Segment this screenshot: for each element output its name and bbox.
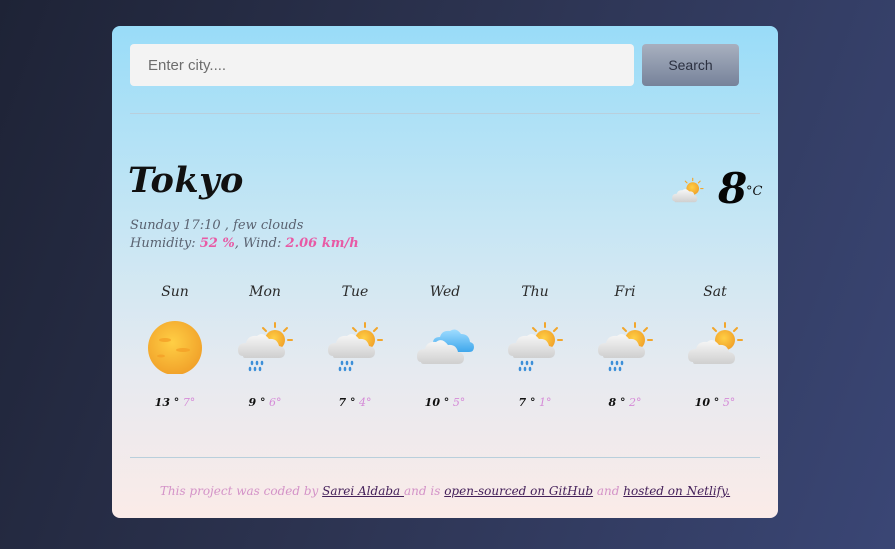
forecast-day-name: Thu: [521, 284, 549, 300]
forecast-max-temp: 7 °: [518, 396, 536, 409]
forecast-min-temp: 4°: [358, 396, 372, 409]
forecast-max-temp: 7 °: [338, 396, 356, 409]
forecast-temps: 10 ° 5°: [670, 396, 760, 409]
author-link[interactable]: Sarei Aldaba: [322, 484, 404, 498]
forecast-min-temp: 2°: [628, 396, 642, 409]
weather-description: few clouds: [233, 218, 304, 233]
forecast-min-temp: 5°: [722, 396, 736, 409]
forecast-temps: 7 ° 4°: [310, 396, 400, 409]
sun-cloud-rain-icon: [598, 322, 653, 372]
forecast-max-temp: 9 °: [248, 396, 266, 409]
forecast-max-temp: 10 °: [694, 396, 720, 409]
forecast-day: Fri 8 ° 2°: [580, 284, 670, 424]
date-description-line: Sunday 17:10 , few clouds: [130, 218, 304, 233]
forecast-min-temp: 5°: [452, 396, 466, 409]
sun-behind-cloud-icon: [672, 177, 704, 203]
humidity-label: Humidity:: [130, 236, 196, 251]
humidity-value: 52 %: [199, 236, 235, 251]
sun-cloud-rain-icon: [238, 322, 293, 372]
forecast-temps: 7 ° 1°: [490, 396, 580, 409]
search-button[interactable]: Search: [642, 44, 739, 86]
forecast-day: Tue 7 ° 4°: [310, 284, 400, 424]
forecast-temps: 10 ° 5°: [400, 396, 490, 409]
forecast-max-temp: 10 °: [424, 396, 450, 409]
search-input[interactable]: [130, 44, 634, 86]
forecast-max-temp: 8 °: [608, 396, 626, 409]
sun-behind-cloud-icon: [688, 322, 743, 364]
forecast-min-temp: 1°: [538, 396, 552, 409]
github-link[interactable]: open-sourced on GitHub: [444, 484, 593, 498]
forecast-temps: 9 ° 6°: [220, 396, 310, 409]
forecast-day-name: Tue: [341, 284, 369, 300]
footer-and: and: [593, 484, 624, 498]
forecast-day: Sat 10 ° 5°: [670, 284, 760, 424]
humidity-wind-line: Humidity: 52 %, Wind: 2.06 km/h: [130, 236, 359, 251]
forecast-temps: 13 ° 7°: [130, 396, 220, 409]
datetime: Sunday 17:10: [130, 218, 221, 233]
forecast-min-temp: 6°: [268, 396, 282, 409]
netlify-link[interactable]: hosted on Netlify.: [623, 484, 730, 498]
footer: This project was coded by Sarei Aldaba a…: [112, 484, 778, 498]
bottom-divider: [130, 457, 760, 458]
wind-label: Wind:: [243, 236, 282, 251]
forecast-day-name: Fri: [614, 284, 636, 300]
sun-icon: [148, 321, 202, 374]
forecast-day: Sun 13 ° 7°: [130, 284, 220, 424]
wind-value: 2.06 km/h: [285, 236, 359, 251]
city-name: Tokyo: [128, 160, 244, 201]
forecast-day-name: Mon: [249, 284, 281, 300]
clouds-icon: [417, 329, 474, 364]
forecast-day: Wed 10 ° 5°: [400, 284, 490, 424]
forecast-day: Mon 9 ° 6°: [220, 284, 310, 424]
footer-prefix: This project was coded by: [159, 484, 323, 498]
footer-middle: and is: [404, 484, 445, 498]
forecast-day: Thu 7 ° 1°: [490, 284, 580, 424]
weather-card: Search Tokyo Sunday 17:10 , few clouds H…: [112, 26, 778, 518]
current-temperature: 8: [718, 164, 748, 213]
forecast-temps: 8 ° 2°: [580, 396, 670, 409]
sun-cloud-rain-icon: [328, 322, 383, 372]
forecast-min-temp: 7°: [182, 396, 196, 409]
forecast-day-name: Sun: [161, 284, 189, 300]
sun-cloud-rain-icon: [508, 322, 563, 372]
forecast-row: Sun 13 ° 7° Mon 9 ° 6° Tue 7 ° 4° Wed 10…: [130, 284, 760, 424]
forecast-max-temp: 13 °: [154, 396, 180, 409]
forecast-day-name: Sat: [703, 284, 727, 300]
top-divider: [130, 113, 760, 114]
forecast-day-name: Wed: [429, 284, 461, 300]
temperature-unit: °C: [746, 184, 763, 199]
